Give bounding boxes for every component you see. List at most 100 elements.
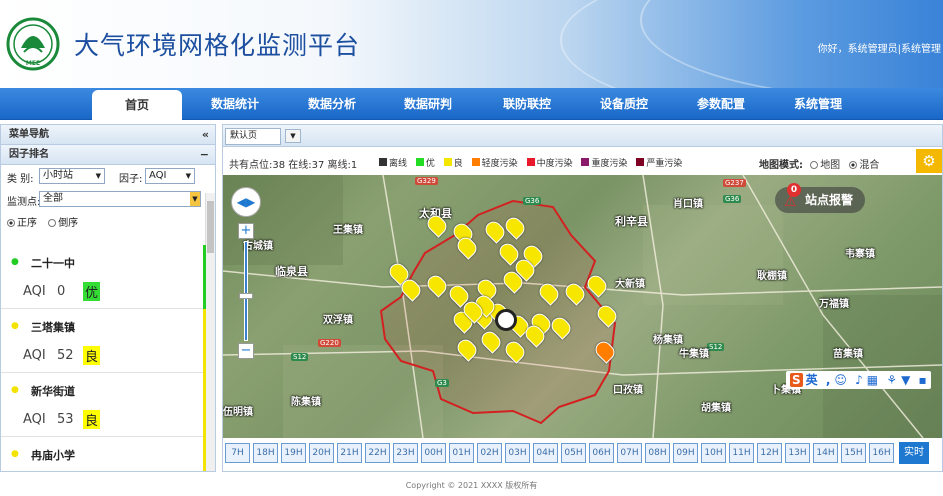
nav-tab-data-judgment[interactable]: 数据研判 <box>383 88 473 120</box>
zoom-out-button[interactable]: − <box>238 343 254 359</box>
hour-button[interactable]: 18H <box>253 443 278 463</box>
site-alarm-button[interactable]: ⚠ 0 站点报警 <box>775 183 865 213</box>
location-pin-icon: ● <box>11 257 19 267</box>
user-greeting[interactable]: 你好，系统管理员|系统管理 <box>818 40 941 55</box>
realtime-button[interactable]: 实时 <box>899 442 929 464</box>
nav-tab-home[interactable]: 首页 <box>92 90 182 120</box>
hour-button[interactable]: 03H <box>505 443 530 463</box>
site-label: 监测点: <box>7 197 41 208</box>
place-label: 陈集镇 <box>291 397 321 408</box>
zoom-slider-handle[interactable] <box>239 293 253 299</box>
satellite-map[interactable]: G329 G36 G237 G36 G220 S12 S12 G3 太和县 利辛… <box>223 175 942 438</box>
station-list-scrollbar[interactable] <box>205 193 215 471</box>
collapse-icon[interactable]: « <box>202 125 209 145</box>
hour-button[interactable]: 11H <box>729 443 754 463</box>
tab-default-page[interactable]: 默认页 <box>225 128 281 145</box>
order-asc-radio[interactable] <box>7 219 15 227</box>
tab-dropdown-icon[interactable]: ▼ <box>285 129 301 143</box>
footer-copyright: Copyright © 2021 XXXX 版权所有 <box>405 481 538 490</box>
road-label: S12 <box>291 353 309 361</box>
legend-swatch <box>636 158 645 166</box>
main-panel: 默认页 ▼ 共有点位:38 在线:37 离线:1 离线 优 良 轻度污染 中度污… <box>222 124 943 472</box>
order-row: 正序 倒序 <box>1 211 215 229</box>
status-bar <box>203 373 206 437</box>
factor-rank-title: 因子排名 <box>9 149 49 160</box>
ime-toolbar[interactable]: S英 , ☺ ♪ ▦ ⚘ ▼ ▪ <box>786 371 931 389</box>
sogou-icon: S <box>790 373 803 387</box>
hour-button[interactable]: 21H <box>337 443 362 463</box>
type-select[interactable]: 小时站 ▼ <box>39 168 105 184</box>
zoom-slider[interactable] <box>244 241 248 341</box>
nav-tab-data-stats[interactable]: 数据统计 <box>190 88 280 120</box>
menu-nav-bar: 菜单导航 « <box>1 125 215 145</box>
order-desc-radio[interactable] <box>48 219 57 227</box>
hour-button[interactable]: 05H <box>561 443 586 463</box>
status-bar <box>203 309 206 373</box>
hour-button[interactable]: 04H <box>533 443 558 463</box>
site-select[interactable]: 全部 ▼ <box>39 191 201 207</box>
hour-button[interactable]: 22H <box>365 443 390 463</box>
place-label: 利辛县 <box>615 215 648 228</box>
filter-row: 类 别: 小时站 ▼ 因子: AQI ▼ <box>1 165 215 188</box>
legend-swatch <box>581 158 590 166</box>
legend-swatch <box>379 158 387 166</box>
app-header: MEE 大气环境网格化监测平台 你好，系统管理员|系统管理 <box>0 0 943 88</box>
grid-icon: ▪ <box>918 373 927 387</box>
station-item[interactable]: ● 冉庙小学 <box>1 437 206 471</box>
nav-tab-param-config[interactable]: 参数配置 <box>676 88 766 120</box>
hour-button[interactable]: 09H <box>673 443 698 463</box>
map-mode-label: 地图模式: <box>759 160 803 171</box>
hour-button[interactable]: 13H <box>785 443 810 463</box>
emoji-icon: ☺ <box>834 373 847 387</box>
hour-button[interactable]: 7H <box>225 443 250 463</box>
factor-rank-bar: 因子排名 − <box>1 145 215 165</box>
factor-select[interactable]: AQI ▼ <box>145 168 195 184</box>
chevron-down-icon: ▼ <box>190 192 200 206</box>
station-name: 冉庙小学 <box>31 449 75 462</box>
place-label: 韦寨镇 <box>845 249 875 260</box>
skin-icon: ⚘ <box>886 373 898 387</box>
station-name: 新华街道 <box>31 385 75 398</box>
aqi-grade: 良 <box>83 410 101 429</box>
hour-button[interactable]: 00H <box>421 443 446 463</box>
hour-button[interactable]: 16H <box>869 443 894 463</box>
station-item[interactable]: ● 新华街道 AQI 53 良 <box>1 373 206 437</box>
map-pan-control[interactable]: ◀▶ <box>231 187 261 217</box>
hour-button[interactable]: 14H <box>813 443 838 463</box>
map-cluster-marker-icon[interactable] <box>495 309 517 331</box>
map-mode-map-label: 地图 <box>820 160 841 171</box>
station-item[interactable]: ● 二十一中 AQI 0 优 <box>1 245 206 309</box>
main-nav: 首页 数据统计 数据分析 数据研判 联防联控 设备质控 参数配置 系统管理 <box>0 88 943 120</box>
gear-icon[interactable]: ⚙ <box>916 149 942 173</box>
nav-tab-data-analysis[interactable]: 数据分析 <box>287 88 377 120</box>
type-select-value: 小时站 <box>43 170 73 181</box>
station-name: 二十一中 <box>31 257 75 270</box>
hour-button[interactable]: 10H <box>701 443 726 463</box>
place-label: 耿棚镇 <box>757 271 787 282</box>
chevron-down-icon: ▼ <box>95 172 101 180</box>
hour-button[interactable]: 06H <box>589 443 614 463</box>
zoom-in-button[interactable]: + <box>238 223 254 239</box>
station-item[interactable]: ● 三塔集镇 AQI 52 良 <box>1 309 206 373</box>
hour-button[interactable]: 08H <box>645 443 670 463</box>
mee-logo: MEE <box>6 17 60 71</box>
hour-button[interactable]: 02H <box>477 443 502 463</box>
hour-button[interactable]: 19H <box>281 443 306 463</box>
road-label: G36 <box>523 197 542 205</box>
scrollbar-thumb[interactable] <box>207 201 214 253</box>
hour-button[interactable]: 12H <box>757 443 782 463</box>
hour-button[interactable]: 20H <box>309 443 334 463</box>
nav-tab-system-admin[interactable]: 系统管理 <box>773 88 863 120</box>
map-mode-map-radio[interactable] <box>810 161 819 169</box>
road-label: G3 <box>435 379 449 387</box>
hour-button[interactable]: 23H <box>393 443 418 463</box>
minimize-icon[interactable]: − <box>200 145 209 165</box>
nav-tab-device-qc[interactable]: 设备质控 <box>579 88 669 120</box>
hour-button[interactable]: 01H <box>449 443 474 463</box>
map-mode-hybrid-radio[interactable] <box>849 161 858 169</box>
place-label: 苗集镇 <box>833 349 863 360</box>
hour-button[interactable]: 15H <box>841 443 866 463</box>
hour-button[interactable]: 07H <box>617 443 642 463</box>
site-row: 监测点: 全部 ▼ <box>1 188 215 211</box>
nav-tab-joint-control[interactable]: 联防联控 <box>482 88 572 120</box>
